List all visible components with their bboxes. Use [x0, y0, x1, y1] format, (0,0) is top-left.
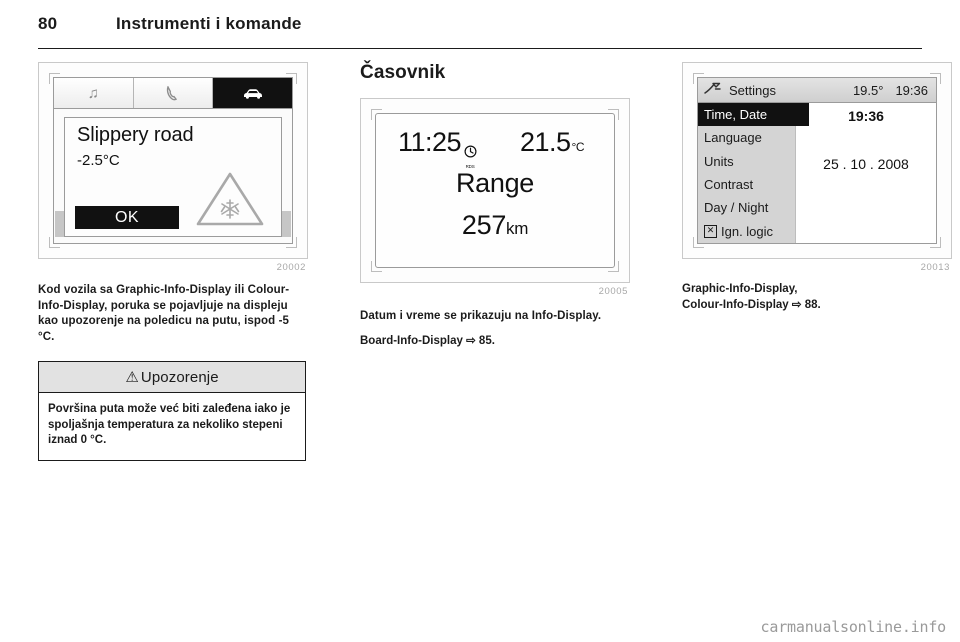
settings-title: Settings [729, 82, 776, 98]
info-display-settings: Settings 19.5° 19:36 Time, Date Language… [697, 77, 937, 244]
figure-frame: Settings 19.5° 19:36 Time, Date Language… [682, 62, 952, 259]
figure-number: 20005 [598, 286, 628, 297]
clock-readout: 11:25 RDS [398, 127, 477, 169]
temperature-value: 21.5 [519, 127, 571, 157]
tab-phone[interactable] [133, 78, 214, 108]
music-note-icon: ♫ [87, 84, 99, 102]
settings-values-pane: 19:36 25 . 10 . 2008 [796, 103, 936, 243]
message-panel: Slippery road -2.5°C OK [64, 117, 282, 237]
tab-vehicle[interactable] [213, 78, 293, 108]
page-number: 80 [38, 14, 58, 33]
figure-range-display: 11:25 RDS 21.5 °C Range 257km 20005 [360, 98, 630, 297]
phone-handset-icon [165, 85, 181, 101]
range-label: Range [455, 168, 535, 198]
display-side-bar-right [282, 211, 291, 237]
menu-item-label: Language [704, 130, 762, 146]
settings-date-value: 25 . 10 . 2008 [823, 156, 909, 172]
settings-menu-list: Time, Date Language Units Contrast Day /… [698, 103, 809, 243]
display-top-row: 11:25 RDS 21.5 °C [376, 127, 614, 169]
menu-item-label: Units [704, 153, 734, 169]
menu-item-label: Ign. logic [721, 223, 774, 239]
tab-audio[interactable]: ♫ [54, 78, 134, 108]
menu-item-units[interactable]: Units [698, 150, 795, 173]
reference-label: Board-Info-Display [360, 334, 463, 347]
settings-time-value: 19:36 [848, 108, 884, 124]
info-display-range: 11:25 RDS 21.5 °C Range 257km [375, 113, 615, 268]
reference-page: 85. [478, 334, 495, 347]
display-side-bar-left [55, 211, 64, 237]
header-divider [38, 48, 922, 49]
reference-label: Colour-Info-Display [682, 298, 789, 311]
figure-slippery-road: ♫ Slippery road -2.5°C OK 20002 [38, 62, 308, 273]
info-display-slippery-road: ♫ Slippery road -2.5°C OK [53, 77, 293, 244]
menu-item-contrast[interactable]: Contrast [698, 173, 795, 196]
warning-header: ⚠ Upozorenje [39, 362, 305, 393]
left-body-text: Kod vozila sa Graphic-Info-Display ili C… [38, 284, 290, 343]
settings-header-temperature: 19.5° [852, 82, 884, 98]
settings-header: Settings 19.5° 19:36 [698, 78, 936, 103]
middle-body-text: Datum i vreme se prikazuju na Info-Displ… [360, 310, 602, 322]
checkbox-icon[interactable]: ✕ [704, 224, 717, 238]
menu-item-label: Day / Night [704, 200, 769, 216]
menu-item-ign-logic[interactable]: ✕ Ign. logic [698, 219, 795, 242]
reference-line-1: Graphic-Info-Display, [682, 283, 798, 295]
chapter-title: Instrumenti i komande [116, 14, 302, 33]
screen-corner-marks: Settings 19.5° 19:36 Time, Date Language… [691, 71, 943, 250]
settings-body: Time, Date Language Units Contrast Day /… [698, 103, 936, 243]
screen-corner-marks: ♫ Slippery road -2.5°C OK [47, 71, 299, 250]
warning-body: Površina puta može već biti zaleđena iak… [48, 403, 291, 446]
reference-arrow-icon: ⇨ [466, 334, 476, 347]
snowflake-triangle-icon [195, 170, 265, 228]
menu-item-label: Contrast [704, 177, 754, 193]
clock-rds-icon: RDS [463, 134, 477, 169]
range-value: 257 [461, 210, 507, 240]
message-title: Slippery road [77, 124, 194, 146]
column-left: ♫ Slippery road -2.5°C OK 20002 Kod vozi… [38, 62, 308, 607]
temperature-readout: 21.5 °C [519, 127, 585, 158]
range-unit: km [506, 219, 529, 238]
menu-item-label: Time, Date [704, 107, 768, 123]
figure-settings-menu: Settings 19.5° 19:36 Time, Date Language… [682, 62, 952, 273]
message-temperature: -2.5°C [77, 152, 120, 169]
middle-reference: Board-Info-Display ⇨ 85. [360, 334, 630, 350]
range-readout: 257km [376, 210, 614, 241]
page-header: 80 Instrumenti i komande [38, 14, 922, 46]
figure-frame: ♫ Slippery road -2.5°C OK [38, 62, 308, 259]
column-right: Settings 19.5° 19:36 Time, Date Language… [682, 62, 952, 607]
section-title-clock: Časovnik [360, 62, 446, 83]
warning-title: Upozorenje [140, 368, 219, 386]
menu-item-day-night[interactable]: Day / Night [698, 196, 795, 219]
menu-item-time-date[interactable]: Time, Date [698, 103, 809, 127]
right-reference: Graphic-Info-Display, Colour-Info-Displa… [682, 282, 952, 313]
clock-value: 11:25 [398, 127, 462, 157]
column-middle: Časovnik 11:25 RDS 21.5 °C Range 257km 2… [360, 62, 630, 607]
temperature-unit: °C [571, 140, 585, 154]
screen-corner-marks: 11:25 RDS 21.5 °C Range 257km [369, 107, 621, 274]
display-tab-bar: ♫ [54, 78, 293, 109]
display-body: Slippery road -2.5°C OK [54, 109, 292, 243]
content-columns: ♫ Slippery road -2.5°C OK 20002 Kod vozi… [38, 62, 952, 607]
figure-number: 20013 [920, 262, 950, 273]
car-icon [242, 87, 264, 100]
watermark: carmanualsonline.info [760, 618, 947, 636]
menu-item-language[interactable]: Language [698, 126, 795, 149]
figure-number: 20002 [276, 262, 306, 273]
warning-box: ⚠ Upozorenje Površina puta može već biti… [38, 361, 306, 461]
figure-frame: 11:25 RDS 21.5 °C Range 257km [360, 98, 630, 283]
warning-triangle-icon: ⚠ [125, 369, 139, 386]
settings-tool-icon [704, 82, 721, 98]
settings-header-time: 19:36 [895, 82, 928, 98]
ok-button[interactable]: OK [75, 206, 179, 229]
reference-page: 88. [804, 298, 821, 311]
reference-arrow-icon: ⇨ [791, 298, 802, 311]
